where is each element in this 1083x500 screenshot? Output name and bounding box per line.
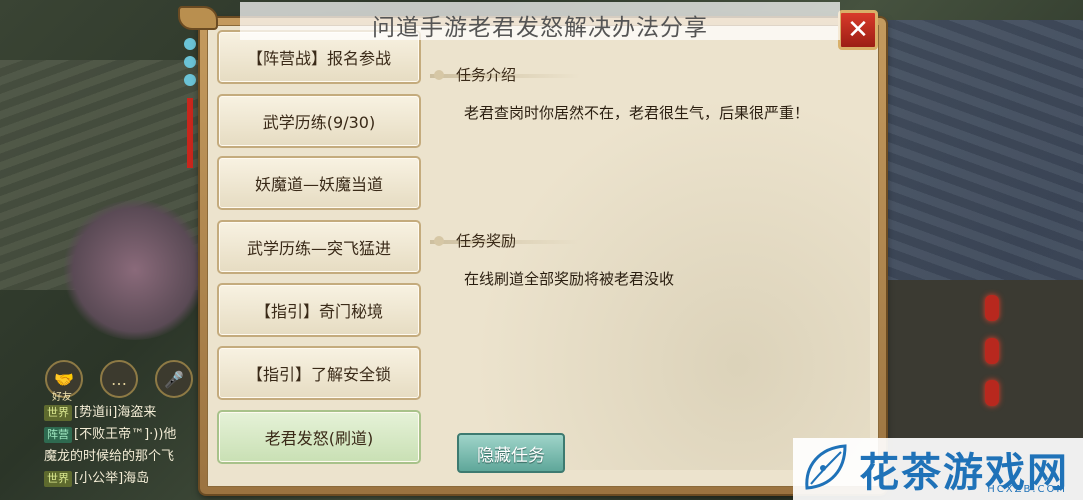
task-reward-title: 任务奖励 [456,232,517,250]
chat-text: 魔龙的时候给的那个飞 [44,449,175,464]
voice-button[interactable]: 🎤 [155,360,193,398]
task-intro-header: 任务介绍 [430,60,870,90]
lantern-icon [985,380,999,406]
chat-text: [小公举]海岛 [74,471,150,486]
jade-ornament-icon [183,38,197,168]
site-watermark: 花茶游戏网 HCXZB.COM [793,438,1083,500]
task-reward-text: 在线刷道全部奖励将被老君没收 [464,270,675,288]
task-tab-laojun-anger[interactable]: 老君发怒(刷道) [217,410,421,464]
tea-leaf-logo-icon [805,444,847,490]
friends-label: 好友 [52,392,72,403]
chat-bubble-button[interactable]: … [100,360,138,398]
close-x-icon: ✕ [847,15,869,45]
chat-message: 世界 [小公举]海岛 [44,468,204,490]
channel-tag: 世界 [44,405,72,421]
background-roof-right [873,20,1083,280]
handshake-icon: 🤝 [54,369,74,389]
lantern-icon [985,338,999,364]
task-reward-header: 任务奖励 [430,226,870,256]
task-tab-demon-path[interactable]: 妖魔道—妖魔当道 [217,156,421,210]
friends-button[interactable]: 🤝 好友 [45,360,83,403]
channel-tag: 世界 [44,471,72,487]
microphone-icon: 🎤 [164,369,184,389]
task-tab-guide-security-lock[interactable]: 【指引】了解安全锁 [217,346,421,400]
lantern-icon [985,295,999,321]
task-tab-martial-breakthrough[interactable]: 武学历练—突飞猛进 [217,220,421,274]
article-title-banner: 问道手游老君发怒解决办法分享 [240,2,840,41]
task-tab-label: 妖魔道—妖魔当道 [254,175,383,194]
chat-message: 阵营 [不败王帝™]·))他 [44,424,204,446]
task-tab-label: 【阵营战】报名参战 [246,49,391,68]
task-tab-label: 武学历练—突飞猛进 [246,239,391,258]
chat-bubble-icon: … [111,369,127,389]
hide-task-label: 隐藏任务 [477,445,545,466]
chat-log[interactable]: 世界 [势道ii]海盗来 阵营 [不败王帝™]·))他 魔龙的时候给的那个飞 世界[… [44,402,204,490]
task-tab-guide-secret-realm[interactable]: 【指引】奇门秘境 [217,283,421,337]
task-tab-label: 【指引】奇门秘境 [254,302,383,321]
channel-tag: 阵营 [44,427,72,443]
background-blossom-tree [60,200,210,340]
page-title: 问道手游老君发怒解决办法分享 [372,15,708,41]
task-intro-title: 任务介绍 [456,66,517,84]
watermark-url: HCXZB.COM [987,484,1067,495]
chat-text: [不败王帝™]·))他 [74,427,177,442]
task-tab-label: 【指引】了解安全锁 [246,365,391,384]
task-tab-martial-training[interactable]: 武学历练(9/30) [217,94,421,148]
task-tab-label: 老君发怒(刷道) [264,429,374,448]
hide-task-button[interactable]: 隐藏任务 [457,433,565,473]
task-intro-text: 老君查岗时你居然不在，老君很生气，后果很严重！ [464,104,810,122]
chat-message: 魔龙的时候给的那个飞 [44,446,204,468]
task-tab-label: 武学历练(9/30) [262,113,376,132]
chat-text: [势道ii]海盗来 [74,405,157,420]
chat-message: 世界 [势道ii]海盗来 [44,402,204,424]
close-button[interactable]: ✕ [838,10,878,50]
task-detail: 任务介绍 老君查岗时你居然不在，老君很生气，后果很严重！ 任务奖励 在线刷道全部… [430,50,870,470]
panel-corner-ornament [178,6,218,30]
